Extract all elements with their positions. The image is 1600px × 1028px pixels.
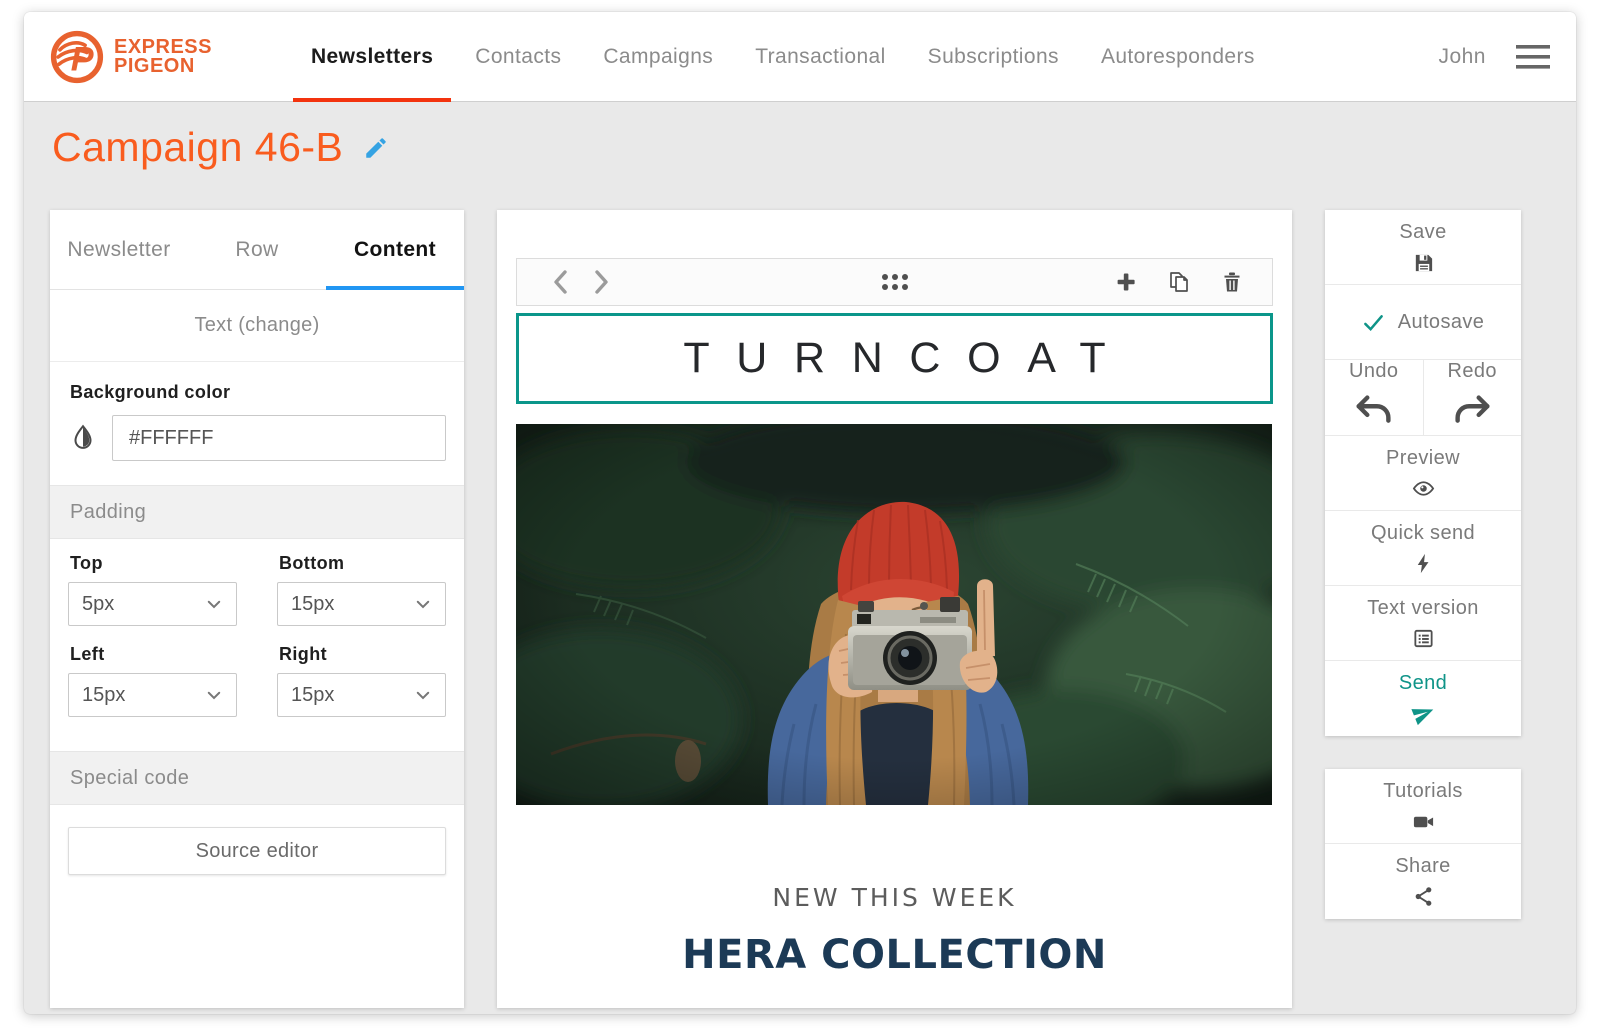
redo-button[interactable]: Redo [1423, 360, 1522, 435]
tutorials-button[interactable]: Tutorials [1325, 769, 1521, 844]
hamburger-menu-icon[interactable] [1516, 44, 1550, 70]
inspector-tabs: Newsletter Row Content [50, 210, 464, 290]
padding-top-label: Top [70, 553, 237, 574]
tab-row[interactable]: Row [188, 210, 326, 289]
padding-right-label: Right [279, 644, 446, 665]
padding-bottom-field: Bottom 15px [277, 553, 446, 626]
padding-right-field: Right 15px [277, 644, 446, 717]
padding-left-select[interactable]: 15px [68, 673, 237, 717]
preview-button[interactable]: Preview [1325, 436, 1521, 511]
droplet-icon[interactable] [68, 423, 98, 453]
chevron-down-icon [414, 686, 432, 704]
nav-item-newsletters[interactable]: Newsletters [290, 12, 454, 101]
nav-item-autoresponders[interactable]: Autoresponders [1080, 12, 1276, 101]
video-camera-icon [1412, 810, 1435, 833]
svg-text:P: P [71, 40, 94, 78]
top-navbar: P EXPRESS PIGEON Newsletters Contacts Ca… [24, 12, 1576, 102]
padding-left-field: Left 15px [68, 644, 237, 717]
pencil-icon[interactable] [363, 135, 389, 161]
chevron-down-icon [205, 686, 223, 704]
background-color-input[interactable] [112, 415, 446, 461]
lightning-icon [1412, 552, 1435, 575]
check-icon [1362, 311, 1385, 334]
quick-send-button[interactable]: Quick send [1325, 511, 1521, 586]
special-code-section-header: Special code [50, 751, 464, 805]
share-button[interactable]: Share [1325, 844, 1521, 919]
chevron-down-icon [414, 595, 432, 613]
user-menu[interactable]: John [1438, 45, 1486, 69]
email-subheading[interactable]: NEW THIS WEEK [516, 883, 1273, 912]
action-rail: Save Autosave Undo [1325, 210, 1521, 919]
inspector-panel: Newsletter Row Content Text (change) Bac… [50, 210, 464, 1008]
email-heading: TURNCOAT [657, 334, 1133, 383]
document-lines-icon [1412, 627, 1435, 650]
email-collection-title[interactable]: HERA COLLECTION [516, 932, 1273, 978]
autosave-toggle[interactable]: Autosave [1325, 285, 1521, 360]
padding-bottom-label: Bottom [279, 553, 446, 574]
tab-content[interactable]: Content [326, 210, 464, 289]
nav-item-campaigns[interactable]: Campaigns [582, 12, 734, 101]
plus-icon[interactable] [1114, 270, 1138, 294]
app-window: P EXPRESS PIGEON Newsletters Contacts Ca… [24, 12, 1576, 1014]
padding-top-select[interactable]: 5px [68, 582, 237, 626]
trash-icon[interactable] [1220, 270, 1244, 294]
padding-top-field: Top 5px [68, 553, 237, 626]
nav-item-subscriptions[interactable]: Subscriptions [907, 12, 1080, 101]
drag-dots-icon[interactable] [882, 274, 908, 290]
redo-icon [1449, 389, 1495, 435]
page-title: Campaign 46-B [52, 124, 343, 171]
brand-name: EXPRESS PIGEON [114, 38, 212, 76]
selected-text-block[interactable]: TURNCOAT [516, 313, 1273, 404]
eye-icon [1412, 477, 1435, 500]
source-editor-button[interactable]: Source editor [68, 827, 446, 875]
send-button[interactable]: Send [1325, 661, 1521, 736]
pigeon-logo-icon: P [50, 30, 104, 84]
padding-bottom-select[interactable]: 15px [277, 582, 446, 626]
padding-left-label: Left [70, 644, 237, 665]
chevron-down-icon [205, 595, 223, 613]
main-nav: Newsletters Contacts Campaigns Transacti… [290, 12, 1276, 101]
padding-right-select[interactable]: 15px [277, 673, 446, 717]
email-canvas-panel: TURNCOAT [497, 210, 1292, 1008]
hero-image[interactable] [516, 424, 1272, 805]
brand-logo[interactable]: P EXPRESS PIGEON [50, 12, 212, 101]
nav-item-transactional[interactable]: Transactional [734, 12, 906, 101]
block-toolbar [516, 258, 1273, 306]
chevron-right-icon[interactable] [589, 269, 613, 295]
nav-item-contacts[interactable]: Contacts [454, 12, 582, 101]
undo-icon [1351, 389, 1397, 435]
chevron-left-icon[interactable] [549, 269, 573, 295]
floppy-icon [1412, 251, 1435, 274]
text-version-button[interactable]: Text version [1325, 586, 1521, 661]
paper-plane-icon [1408, 699, 1438, 729]
duplicate-icon[interactable] [1167, 270, 1191, 294]
undo-button[interactable]: Undo [1325, 360, 1423, 435]
background-color-label: Background color [70, 382, 446, 403]
padding-section-header: Padding [50, 485, 464, 539]
content-type-change[interactable]: Text (change) [50, 290, 464, 362]
share-icon [1412, 885, 1435, 908]
save-button[interactable]: Save [1325, 210, 1521, 285]
tab-newsletter[interactable]: Newsletter [50, 210, 188, 289]
